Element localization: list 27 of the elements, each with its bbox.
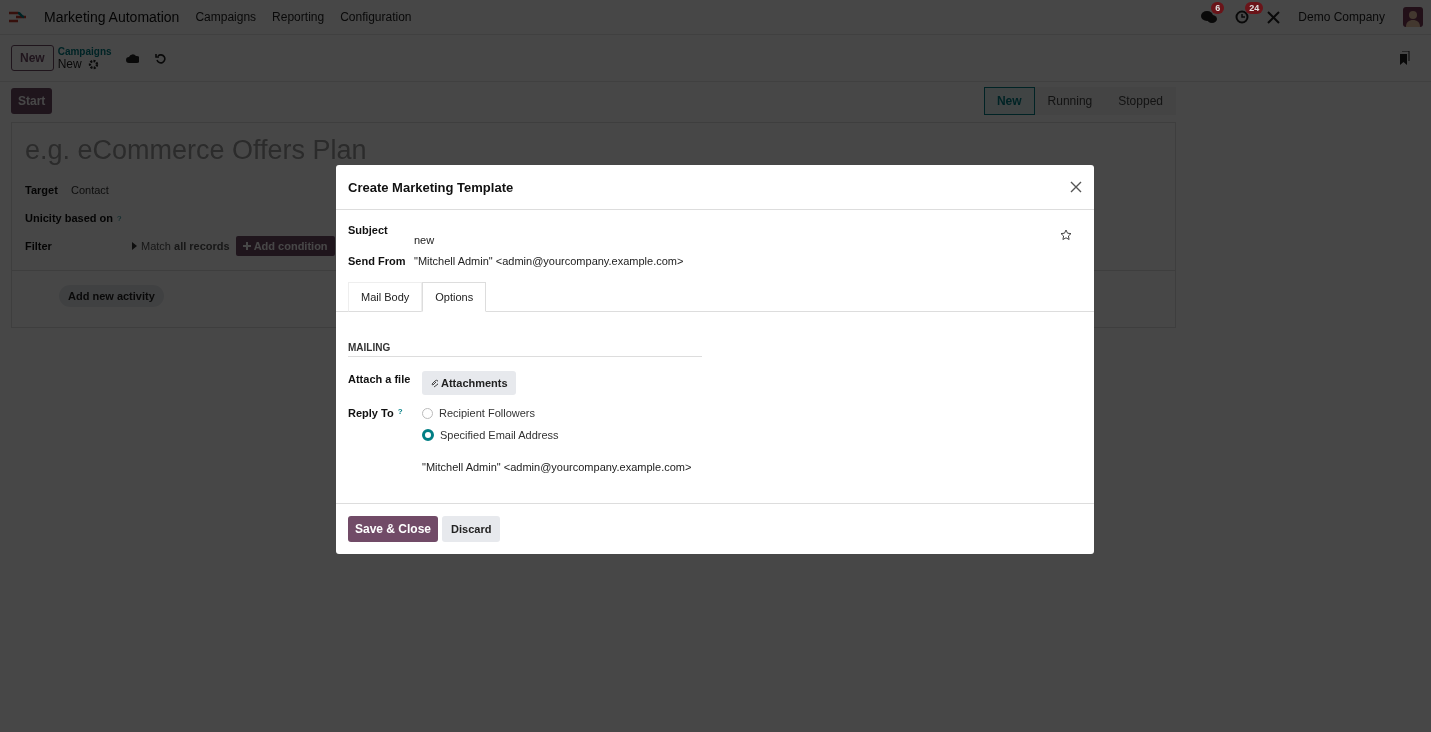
activity-count: 24 xyxy=(1245,2,1264,14)
reply-to-address: "Mitchell Admin" <admin@yourcompany.example.com> xyxy=(422,461,693,473)
field-label: Attach a file xyxy=(348,372,412,385)
paperclip-icon xyxy=(430,378,438,388)
discard-button[interactable]: Discard xyxy=(442,516,501,542)
radio-icon[interactable] xyxy=(422,429,434,441)
field-label: Target xyxy=(25,184,59,196)
subject-field[interactable]: new xyxy=(414,224,1060,246)
field-label: Send From xyxy=(348,255,407,267)
send-from-field[interactable]: "Mitchell Admin" <admin@yourcompany.example.com> xyxy=(414,255,1082,267)
field-label: Unicity based on xyxy=(25,212,114,224)
record-name: New xyxy=(57,58,82,70)
radio-option[interactable]: Specified Email Address xyxy=(422,429,559,441)
field-label: Subject xyxy=(348,223,389,236)
section-heading: MAILING xyxy=(348,342,702,357)
attachments-button[interactable]: Attachments xyxy=(422,371,516,395)
tab[interactable]: Options xyxy=(422,282,487,312)
dialog-title: Create Marketing Template xyxy=(348,179,514,195)
field-label: Filter xyxy=(25,240,53,252)
save-close-button[interactable]: Save & Close xyxy=(348,516,439,542)
tab[interactable]: Mail Body xyxy=(348,282,423,312)
star-icon[interactable] xyxy=(1060,229,1072,241)
close-icon[interactable] xyxy=(1070,181,1082,193)
radio-option[interactable]: Recipient Followers xyxy=(422,407,559,419)
field-label: Reply To xyxy=(348,407,394,419)
field-value: Contact xyxy=(71,184,109,196)
help-mark[interactable]: ? xyxy=(397,407,403,419)
